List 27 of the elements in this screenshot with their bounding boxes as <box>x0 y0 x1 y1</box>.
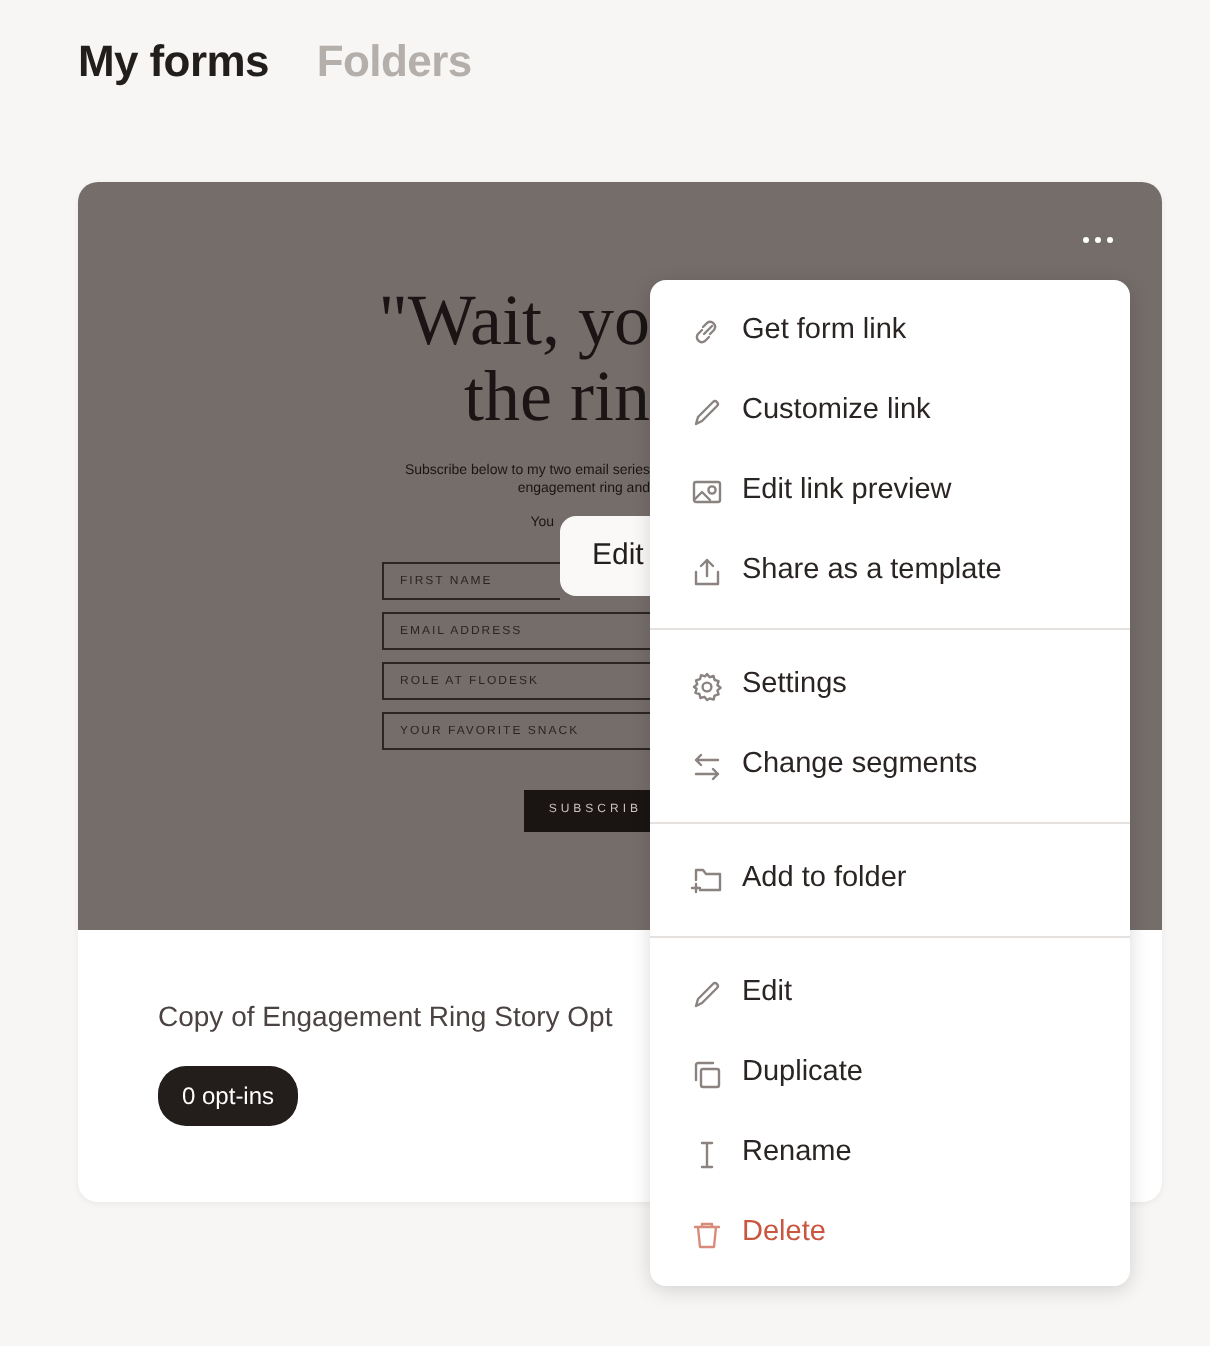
more-icon[interactable] <box>1082 236 1114 244</box>
headline-text: the rin <box>462 358 650 434</box>
menu-item[interactable]: Rename <box>650 1114 1130 1194</box>
menu-item[interactable]: Duplicate <box>650 1034 1130 1114</box>
share-icon <box>690 555 724 589</box>
menu-item[interactable]: Change segments <box>650 726 1130 806</box>
opt-ins-badge: 0 opt-ins <box>158 1066 299 1126</box>
menu-item[interactable]: Add to folder <box>650 840 1130 920</box>
tab[interactable]: My forms <box>78 28 269 94</box>
trash-icon <box>690 1217 724 1251</box>
duplicate-icon <box>690 1057 724 1091</box>
menu-item[interactable]: Share as a template <box>650 532 1130 612</box>
menu-item[interactable]: Delete <box>650 1194 1130 1274</box>
form-title: Copy of Engagement Ring Story Opt <box>158 998 615 1036</box>
pencil-icon <box>690 977 724 1011</box>
menu-item[interactable]: Customize link <box>650 372 1130 452</box>
folder-plus-icon <box>690 863 724 897</box>
menu-item[interactable]: Edit link preview <box>650 452 1130 532</box>
edit-button[interactable]: Edit <box>560 516 652 596</box>
headline-text: "Wait, yo <box>376 282 650 358</box>
settings-icon <box>690 669 724 703</box>
menu-item[interactable]: Settings <box>650 646 1130 726</box>
image-icon <box>690 475 724 509</box>
pencil-icon <box>690 395 724 429</box>
swap-arrows-icon <box>690 749 724 783</box>
menu-item[interactable]: Edit <box>650 954 1130 1034</box>
menu-item[interactable]: Get form link <box>650 292 1130 372</box>
